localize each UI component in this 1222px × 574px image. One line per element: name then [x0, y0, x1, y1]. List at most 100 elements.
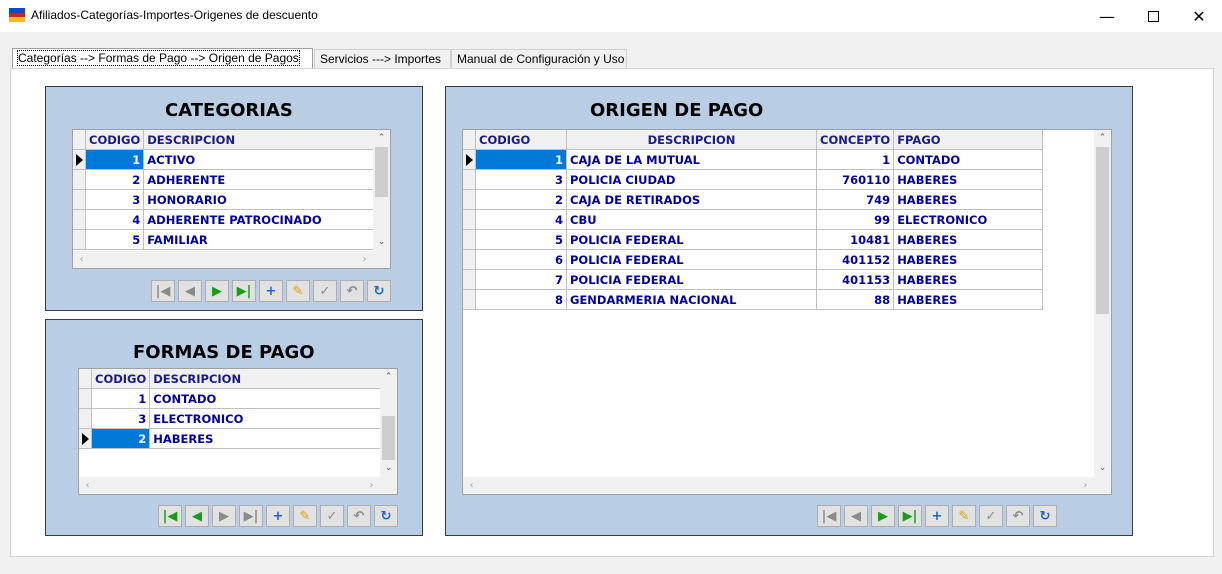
close-button[interactable]: ✕ — [1176, 0, 1222, 32]
cell-descripcion[interactable]: POLICIA FEDERAL — [566, 269, 817, 290]
cell-concepto[interactable]: 401152 — [816, 249, 895, 270]
cell-codigo[interactable]: 5 — [85, 229, 145, 250]
post-record-button[interactable]: ✓ — [979, 505, 1003, 527]
cell-fpago[interactable]: HABERES — [893, 249, 1044, 270]
first-record-button[interactable]: |◀ — [158, 505, 182, 527]
scroll-down-icon[interactable]: ⌄ — [1094, 460, 1111, 477]
refresh-button[interactable]: ↻ — [374, 505, 398, 527]
refresh-button[interactable]: ↻ — [1033, 505, 1057, 527]
tab-categorias[interactable]: Categorías --> Formas de Pago --> Origen… — [12, 48, 313, 70]
prior-record-button[interactable]: ◀ — [178, 280, 202, 302]
prior-record-button[interactable]: ◀ — [844, 505, 868, 527]
cell-descripcion[interactable]: POLICIA CIUDAD — [566, 169, 817, 190]
edit-record-button[interactable]: ✎ — [952, 505, 976, 527]
cell-codigo[interactable]: 3 — [91, 408, 151, 429]
last-record-button[interactable]: ▶| — [898, 505, 922, 527]
edit-record-button[interactable]: ✎ — [286, 280, 310, 302]
cell-concepto[interactable]: 99 — [816, 209, 895, 230]
first-record-button[interactable]: |◀ — [151, 280, 175, 302]
last-record-button[interactable]: ▶| — [232, 280, 256, 302]
cell-descripcion[interactable]: CAJA DE LA MUTUAL — [566, 149, 817, 170]
table-row[interactable]: 2 ADHERENTE — [73, 169, 376, 190]
cell-fpago[interactable]: HABERES — [893, 169, 1044, 190]
cell-codigo[interactable]: 1 — [91, 388, 151, 409]
scroll-down-icon[interactable]: ⌄ — [373, 234, 390, 251]
cancel-record-button[interactable]: ↶ — [340, 280, 364, 302]
cell-descripcion[interactable]: CAJA DE RETIRADOS — [566, 189, 817, 210]
cell-fpago[interactable]: ELECTRONICO — [893, 209, 1044, 230]
col-descripcion[interactable]: DESCRIPCION — [149, 369, 382, 389]
scroll-down-icon[interactable]: ⌄ — [380, 460, 397, 477]
table-row[interactable]: 7 POLICIA FEDERAL 401153 HABERES — [463, 269, 1044, 290]
scroll-left-icon[interactable]: ‹ — [73, 251, 90, 268]
scroll-right-icon[interactable]: › — [363, 477, 380, 494]
cell-concepto[interactable]: 10481 — [816, 229, 895, 250]
next-record-button[interactable]: ▶ — [205, 280, 229, 302]
minimize-button[interactable]: — — [1084, 0, 1130, 32]
cell-codigo[interactable]: 2 — [91, 428, 151, 449]
table-row[interactable]: 6 POLICIA FEDERAL 401152 HABERES — [463, 249, 1044, 270]
scroll-up-icon[interactable]: ⌃ — [380, 369, 397, 386]
col-codigo[interactable]: CODIGO — [91, 369, 151, 389]
cell-descripcion[interactable]: ELECTRONICO — [149, 408, 382, 429]
cell-concepto[interactable]: 401153 — [816, 269, 895, 290]
cell-concepto[interactable]: 88 — [816, 289, 895, 310]
cell-descripcion[interactable]: HABERES — [149, 428, 382, 449]
cancel-record-button[interactable]: ↶ — [347, 505, 371, 527]
table-row[interactable]: 3 HONORARIO — [73, 189, 376, 210]
cell-descripcion[interactable]: CONTADO — [149, 388, 382, 409]
insert-record-button[interactable]: + — [266, 505, 290, 527]
cell-descripcion[interactable]: CBU — [566, 209, 817, 230]
col-descripcion[interactable]: DESCRIPCION — [566, 130, 817, 150]
categorias-grid[interactable]: CODIGO DESCRIPCION 1 ACTIVO 2 ADHERENTE 3H… — [72, 129, 391, 269]
table-row[interactable]: 3 POLICIA CIUDAD 760110 HABERES — [463, 169, 1044, 190]
table-row[interactable]: 1 CONTADO — [79, 388, 382, 409]
scroll-thumb[interactable] — [375, 147, 388, 197]
tab-manual[interactable]: Manual de Configuración y Uso — [451, 49, 627, 69]
cell-codigo[interactable]: 5 — [475, 229, 567, 250]
cell-descripcion[interactable]: ACTIVO — [143, 149, 376, 170]
cell-codigo[interactable]: 4 — [475, 209, 567, 230]
cell-codigo[interactable]: 1 — [85, 149, 145, 170]
cell-fpago[interactable]: HABERES — [893, 289, 1044, 310]
cell-fpago[interactable]: HABERES — [893, 229, 1044, 250]
cell-descripcion[interactable]: ADHERENTE PATROCINADO — [143, 209, 376, 230]
cell-concepto[interactable]: 749 — [816, 189, 895, 210]
cell-descripcion[interactable]: ADHERENTE — [143, 169, 376, 190]
cell-descripcion[interactable]: GENDARMERIA NACIONAL — [566, 289, 817, 310]
cell-codigo[interactable]: 1 — [475, 149, 567, 170]
first-record-button[interactable]: |◀ — [817, 505, 841, 527]
cell-fpago[interactable]: HABERES — [893, 189, 1044, 210]
col-descripcion[interactable]: DESCRIPCION — [143, 130, 376, 150]
cell-codigo[interactable]: 3 — [85, 189, 145, 210]
col-concepto[interactable]: CONCEPTO — [816, 130, 895, 150]
cell-descripcion[interactable]: HONORARIO — [143, 189, 376, 210]
next-record-button[interactable]: ▶ — [871, 505, 895, 527]
horizontal-scrollbar[interactable]: ‹ › — [463, 477, 1111, 494]
cell-codigo[interactable]: 8 — [475, 289, 567, 310]
cell-descripcion[interactable]: POLICIA FEDERAL — [566, 229, 817, 250]
tab-servicios[interactable]: Servicios ---> Importes — [314, 49, 451, 69]
scroll-left-icon[interactable]: ‹ — [79, 477, 96, 494]
table-row[interactable]: 5 FAMILIAR — [73, 229, 376, 250]
scroll-up-icon[interactable]: ⌃ — [1094, 130, 1111, 147]
table-row[interactable]: 1 CAJA DE LA MUTUAL 1 CONTADO — [463, 149, 1044, 170]
horizontal-scrollbar[interactable]: ‹ › — [79, 477, 397, 494]
post-record-button[interactable]: ✓ — [313, 280, 337, 302]
table-row[interactable]: 2 HABERES — [79, 428, 382, 449]
cell-codigo[interactable]: 4 — [85, 209, 145, 230]
scroll-left-icon[interactable]: ‹ — [463, 477, 480, 494]
cell-concepto[interactable]: 760110 — [816, 169, 895, 190]
scroll-thumb[interactable] — [382, 416, 395, 460]
vertical-scrollbar[interactable]: ⌃ ⌄ — [1094, 130, 1111, 477]
edit-record-button[interactable]: ✎ — [293, 505, 317, 527]
table-row[interactable]: 1 ACTIVO — [73, 149, 376, 170]
cell-fpago[interactable]: CONTADO — [893, 149, 1044, 170]
insert-record-button[interactable]: + — [925, 505, 949, 527]
scroll-thumb[interactable] — [1096, 147, 1109, 314]
scroll-up-icon[interactable]: ⌃ — [373, 130, 390, 147]
maximize-button[interactable] — [1130, 0, 1176, 32]
col-codigo[interactable]: CODIGO — [475, 130, 567, 150]
scroll-right-icon[interactable]: › — [356, 251, 373, 268]
vertical-scrollbar[interactable]: ⌃ ⌄ — [373, 130, 390, 251]
